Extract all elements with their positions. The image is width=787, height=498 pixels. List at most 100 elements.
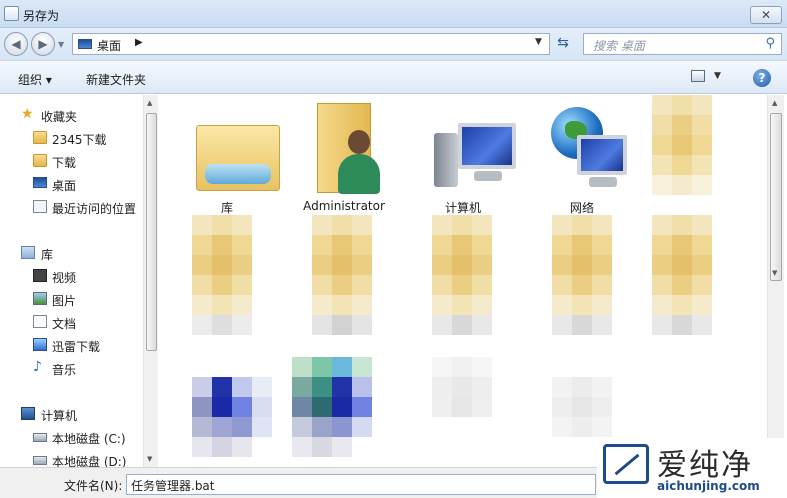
nav-item-label: 本地磁盘 (C:) bbox=[52, 432, 126, 446]
file-item-library[interactable]: 库 bbox=[172, 95, 282, 215]
scroll-mark-icon: ▼ bbox=[772, 269, 778, 277]
computer-icon bbox=[428, 103, 516, 189]
nav-item-recent-places[interactable]: 最近访问的位置 bbox=[0, 197, 143, 217]
title-bar: 另存为 ✕ bbox=[0, 0, 787, 28]
forward-button[interactable]: ▶ bbox=[31, 32, 55, 56]
nav-item-favorites[interactable]: ★ 收藏夹 bbox=[0, 105, 143, 125]
address-dropdown-icon[interactable]: ▼ bbox=[535, 37, 542, 47]
window-title: 另存为 bbox=[23, 9, 60, 23]
address-row: ◀ ▶ ▼ 桌面 ▶ ▼ ⇆ 搜索 桌面 ⚲ bbox=[0, 28, 787, 60]
blurred-file-item[interactable] bbox=[172, 215, 282, 335]
recent-places-icon bbox=[33, 200, 47, 213]
nav-item-label: 计算机 bbox=[41, 409, 78, 423]
file-list: 库 Administrator 计算机 网络 bbox=[158, 95, 767, 467]
music-icon: ♪ bbox=[33, 359, 42, 375]
help-button[interactable]: ? bbox=[753, 69, 771, 87]
disk-icon bbox=[33, 433, 47, 442]
nav-item-thunder-downloads[interactable]: 迅雷下载 bbox=[0, 335, 143, 355]
blurred-file-item[interactable] bbox=[532, 215, 642, 335]
documents-icon bbox=[33, 315, 47, 328]
thunder-download-icon bbox=[33, 338, 47, 351]
nav-item-label: 桌面 bbox=[52, 179, 77, 193]
filename-value[interactable]: 任务管理器.bat bbox=[131, 477, 215, 494]
address-location[interactable]: 桌面 bbox=[97, 37, 121, 54]
search-placeholder: 搜索 桌面 bbox=[593, 39, 645, 53]
desktop-icon bbox=[33, 177, 47, 188]
back-button[interactable]: ◀ bbox=[4, 32, 28, 56]
nav-item-2345-downloads[interactable]: 2345下载 bbox=[0, 128, 143, 148]
blurred-file-item[interactable] bbox=[292, 215, 402, 335]
watermark-logo-icon bbox=[603, 444, 649, 484]
nav-item-label: 视频 bbox=[52, 271, 77, 285]
change-view-icon[interactable] bbox=[691, 70, 705, 82]
toolbar: 组织 ▾ 新建文件夹 ▼ ? bbox=[0, 60, 787, 94]
computer-icon bbox=[21, 407, 35, 420]
blurred-file-item[interactable] bbox=[172, 357, 282, 467]
library-folder-icon bbox=[196, 125, 280, 191]
scroll-up-icon[interactable]: ▲ bbox=[772, 99, 777, 107]
close-button[interactable]: ✕ bbox=[750, 6, 782, 24]
file-item-administrator[interactable]: Administrator bbox=[289, 95, 399, 213]
watermark-url: aichunjing.com bbox=[657, 479, 760, 493]
scrollbar-thumb[interactable] bbox=[146, 113, 157, 351]
nav-item-label: 下载 bbox=[52, 156, 77, 170]
nav-item-downloads[interactable]: 下载 bbox=[0, 151, 143, 171]
scroll-down-icon[interactable]: ▼ bbox=[147, 455, 152, 463]
network-icon bbox=[547, 103, 627, 189]
blurred-file-item[interactable] bbox=[652, 215, 752, 335]
search-input[interactable]: 搜索 桌面 ⚲ bbox=[583, 33, 782, 55]
filename-label: 文件名(N): bbox=[64, 479, 123, 493]
file-item-label: Administrator bbox=[303, 199, 385, 213]
file-item-label: 网络 bbox=[569, 201, 594, 215]
filename-input[interactable]: 任务管理器.bat bbox=[126, 474, 596, 495]
file-item-label: 库 bbox=[220, 201, 233, 215]
file-item-computer[interactable]: 计算机 bbox=[408, 95, 518, 215]
refresh-button[interactable]: ⇆ bbox=[553, 35, 573, 53]
folder-icon bbox=[33, 131, 47, 144]
nav-item-pictures[interactable]: 图片 bbox=[0, 289, 143, 309]
organize-button[interactable]: 组织 ▾ bbox=[18, 71, 52, 88]
library-icon bbox=[21, 246, 35, 259]
nav-item-desktop[interactable]: 桌面 bbox=[0, 174, 143, 194]
monitor-stand bbox=[589, 177, 617, 187]
new-folder-button[interactable]: 新建文件夹 bbox=[86, 71, 146, 88]
nav-item-label: 库 bbox=[41, 248, 54, 262]
view-dropdown-icon[interactable]: ▼ bbox=[714, 71, 721, 81]
user-head bbox=[348, 130, 370, 154]
nav-item-videos[interactable]: 视频 bbox=[0, 266, 143, 286]
file-list-scrollbar[interactable]: ▲ ▼ bbox=[767, 95, 784, 467]
blurred-file-item[interactable] bbox=[652, 95, 752, 205]
library-folder-band bbox=[205, 164, 271, 184]
download-folder-icon bbox=[33, 154, 47, 167]
blurred-file-item[interactable] bbox=[292, 357, 402, 467]
file-item-network[interactable]: 网络 bbox=[527, 95, 637, 215]
file-item-label: 计算机 bbox=[444, 201, 481, 215]
nav-item-label: 音乐 bbox=[52, 363, 77, 377]
desktop-icon bbox=[78, 39, 92, 49]
user-folder-icon bbox=[317, 103, 380, 194]
nav-pane-scrollbar[interactable]: ▲ ▼ bbox=[143, 95, 158, 467]
nav-item-libraries[interactable]: 库 bbox=[0, 243, 143, 263]
blurred-file-item[interactable] bbox=[412, 215, 522, 335]
monitor-stand bbox=[474, 171, 502, 181]
user-body bbox=[338, 154, 380, 194]
scrollbar-thumb[interactable] bbox=[770, 113, 782, 281]
nav-item-music[interactable]: ♪ 音乐 bbox=[0, 358, 143, 378]
address-bar[interactable]: 桌面 ▶ ▼ bbox=[72, 33, 550, 55]
nav-item-documents[interactable]: 文档 bbox=[0, 312, 143, 332]
search-icon[interactable]: ⚲ bbox=[765, 36, 775, 51]
watermark-title: 爱纯净 bbox=[657, 448, 753, 483]
computer-monitor bbox=[458, 123, 516, 169]
pictures-icon bbox=[33, 292, 47, 305]
nav-item-label: 文档 bbox=[52, 317, 77, 331]
window-icon bbox=[4, 6, 19, 21]
nav-item-computer[interactable]: 计算机 bbox=[0, 404, 143, 424]
computer-tower bbox=[434, 133, 458, 187]
scroll-up-icon[interactable]: ▲ bbox=[147, 99, 152, 107]
disk-icon bbox=[33, 456, 47, 465]
breadcrumb-chevron-icon[interactable]: ▶ bbox=[135, 37, 143, 48]
nav-item-disk-c[interactable]: 本地磁盘 (C:) bbox=[0, 427, 143, 447]
site-watermark: 爱纯净 aichunjing.com bbox=[597, 438, 787, 498]
video-icon bbox=[33, 269, 47, 282]
history-dropdown-icon[interactable]: ▼ bbox=[58, 40, 64, 49]
